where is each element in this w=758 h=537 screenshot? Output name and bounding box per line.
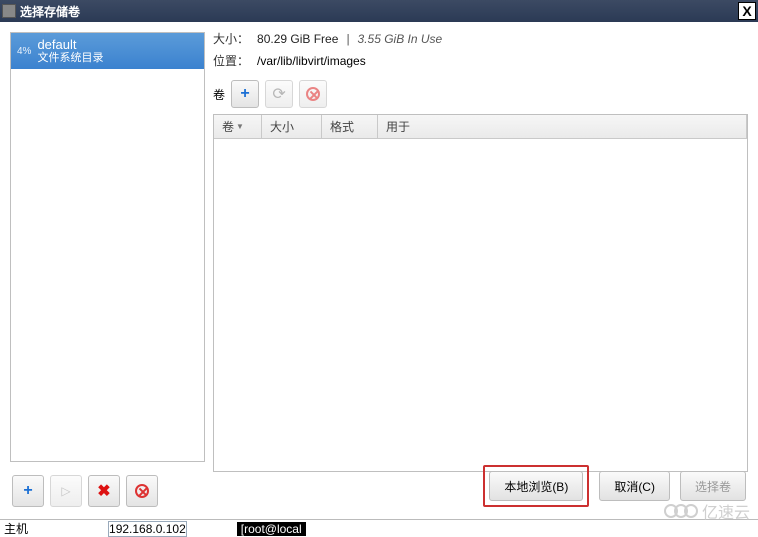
delete-pool-button[interactable] [126, 475, 158, 507]
pool-subtitle: 文件系统目录 [37, 52, 103, 65]
select-volume-button[interactable]: 选择卷 [680, 471, 746, 501]
right-pane: 大小： 80.29 GiB Free | 3.55 GiB In Use 位置：… [205, 22, 758, 472]
x-icon: ✖ [97, 481, 110, 501]
app-icon [2, 4, 16, 18]
volume-label: 卷 [213, 86, 225, 103]
pool-text: default 文件系统目录 [37, 37, 103, 66]
col-used[interactable]: 用于 [378, 115, 747, 138]
volume-table-header: 卷 ▼ 大小 格式 用于 [214, 115, 747, 139]
delete-volume-button[interactable] [299, 80, 327, 108]
pool-list: 4% default 文件系统目录 [10, 32, 205, 462]
left-pane: 4% default 文件系统目录 [0, 22, 205, 472]
pool-name: default [37, 37, 103, 53]
pool-item-default[interactable]: 4% default 文件系统目录 [11, 33, 204, 69]
host-ip: 192.168.0.102 [108, 521, 187, 537]
cancel-button[interactable]: 取消(C) [599, 471, 670, 501]
local-browse-button[interactable]: 本地浏览(B) [489, 471, 583, 501]
pool-toolbar: + ▷ ✖ [12, 475, 158, 507]
free-text: 80.29 GiB Free [257, 32, 338, 46]
new-volume-button[interactable]: + [231, 80, 259, 108]
volume-toolbar: 卷 + ⟳ [213, 80, 748, 108]
volume-table-body [214, 139, 747, 471]
play-icon: ▷ [61, 484, 70, 498]
refresh-volume-button[interactable]: ⟳ [265, 80, 293, 108]
footer-buttons: 本地浏览(B) 取消(C) 选择卷 [483, 465, 746, 507]
location-value: /var/lib/libvirt/images [257, 54, 366, 68]
pool-usage-percent: 4% [17, 46, 31, 57]
col-name[interactable]: 卷 ▼ [214, 115, 262, 138]
plus-icon: + [23, 482, 32, 500]
size-row: 大小： 80.29 GiB Free | 3.55 GiB In Use [213, 30, 748, 52]
col-format[interactable]: 格式 [322, 115, 378, 138]
volume-table: 卷 ▼ 大小 格式 用于 [213, 114, 748, 472]
sep: | [346, 32, 349, 46]
main-area: 4% default 文件系统目录 大小： 80.29 GiB Free | 3… [0, 22, 758, 472]
add-pool-button[interactable]: + [12, 475, 44, 507]
terminal-chip: [root@local [237, 522, 306, 536]
stop-pool-button[interactable]: ✖ [88, 475, 120, 507]
sort-down-icon: ▼ [236, 122, 244, 131]
window-title: 选择存储卷 [20, 3, 738, 20]
delete-icon [306, 87, 320, 101]
location-label: 位置： [213, 52, 249, 69]
size-label: 大小： [213, 30, 249, 47]
highlight-box: 本地浏览(B) [483, 465, 589, 507]
status-bar: 主机 192.168.0.102 [root@local [0, 519, 758, 537]
refresh-icon: ⟳ [272, 84, 285, 104]
plus-icon: + [240, 85, 249, 103]
start-pool-button[interactable]: ▷ [50, 475, 82, 507]
inuse-text: 3.55 GiB In Use [358, 32, 443, 46]
col-name-label: 卷 [222, 118, 234, 135]
close-button[interactable]: X [738, 2, 756, 20]
delete-icon [135, 484, 149, 498]
location-row: 位置： /var/lib/libvirt/images [213, 52, 748, 74]
host-label: 主机 [4, 520, 28, 537]
titlebar: 选择存储卷 X [0, 0, 758, 22]
col-size[interactable]: 大小 [262, 115, 322, 138]
